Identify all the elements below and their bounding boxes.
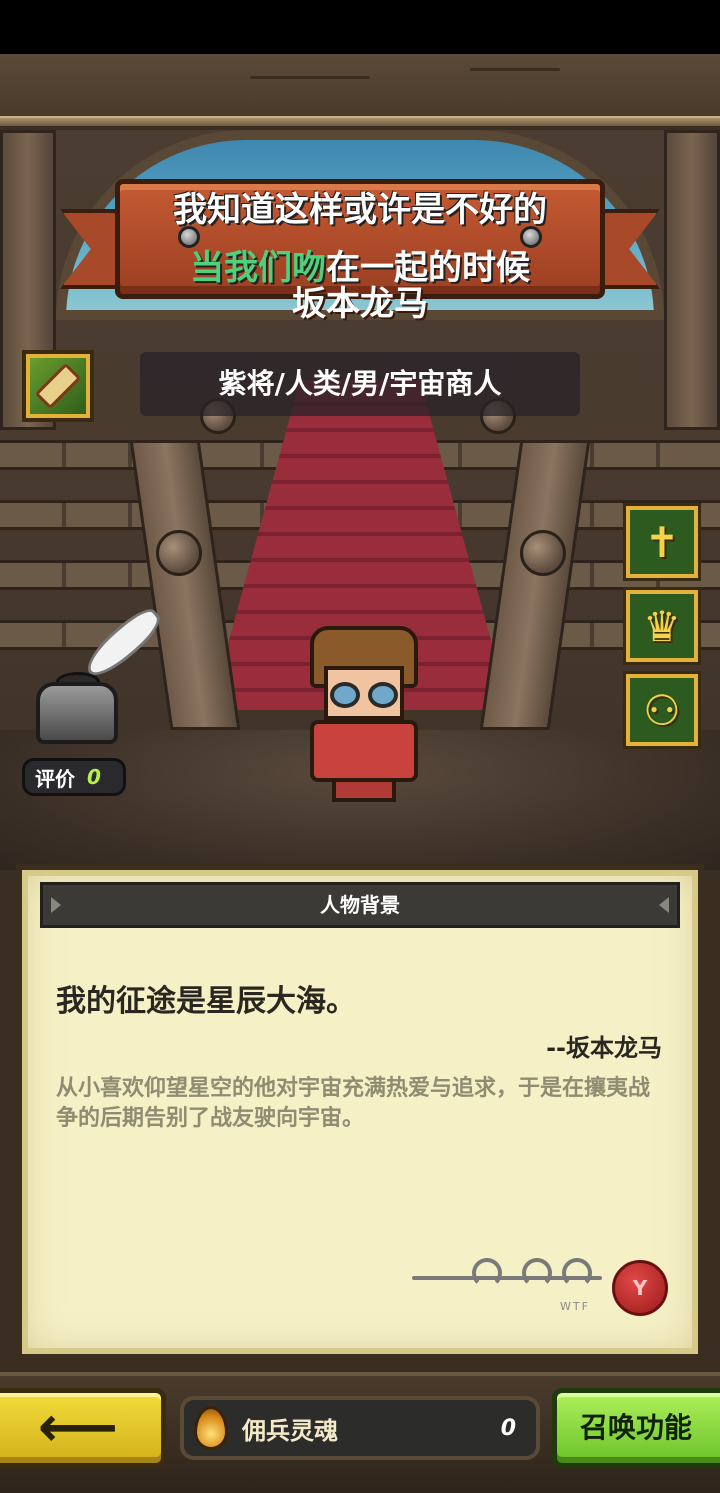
hero-info: 紫将/人类/男/宇宙商人 (140, 352, 580, 416)
panel-title: 人物背景 (320, 893, 400, 917)
wax-seal-icon: Y (612, 1260, 668, 1316)
mercenary-soul-bar: 佣兵灵魂 0 (180, 1396, 540, 1460)
triangle-left-icon (51, 897, 61, 913)
signature-tag: WTF (560, 1300, 590, 1313)
cross-glyph-icon: ✝ (644, 517, 680, 567)
hero-quote: 我的征途是星辰大海。 (56, 984, 356, 1019)
inkwell-icon[interactable] (30, 602, 170, 754)
cross-staff-icon[interactable]: ✝ (626, 506, 698, 578)
frame-bar (0, 116, 720, 128)
panel-header: 人物背景 (40, 882, 680, 928)
goggle-lens (368, 682, 398, 708)
rating-label: 评价 (35, 766, 75, 791)
stone-top-border (0, 54, 720, 124)
rating-badge[interactable]: 评价 0 (22, 758, 126, 796)
lyric-line-2: 当我们吻在一起的时候 (0, 240, 720, 289)
inkwell-pot (36, 682, 118, 744)
scroll-icon-inner (30, 358, 86, 414)
scroll-paper-icon (34, 362, 82, 410)
soul-label: 佣兵灵魂 (242, 1416, 338, 1445)
hero-legs (332, 778, 396, 802)
stone-crack (470, 68, 560, 71)
soul-flame-icon (194, 1406, 228, 1450)
goggles-icon[interactable]: ⚇ (626, 674, 698, 746)
lyric-rest: 在一起的时候 (326, 248, 530, 288)
signature-loop (562, 1258, 592, 1288)
arrow-left-icon: ⟵ (37, 1395, 119, 1460)
rating-value: 0 (87, 765, 101, 789)
status-bar (0, 0, 720, 54)
hero-bio: 从小喜欢仰望星空的他对宇宙充满热爱与追求，于是在攘夷战争的后期告别了战友驶向宇宙… (56, 1076, 651, 1131)
back-button[interactable]: ⟵ (0, 1388, 166, 1468)
signature-loop (522, 1258, 552, 1288)
rail-ornament (520, 530, 566, 576)
game-scene: 坂本龙马 我知道这样或许是不好的 当我们吻在一起的时候 紫将/人类/男/宇宙商人… (0, 54, 720, 1493)
crown-glyph-icon: ♛ (643, 601, 681, 651)
signature-loop (472, 1258, 502, 1288)
lyric-line-1: 我知道这样或许是不好的 (173, 190, 547, 230)
crown-up-icon[interactable]: ♛ (626, 590, 698, 662)
goggles-glyph-icon: ⚇ (643, 685, 681, 735)
goggle-lens (330, 682, 360, 708)
quote-author: --坂本龙马 (546, 1034, 662, 1062)
scroll-icon[interactable] (22, 350, 94, 422)
lyric-highlight: 当我们吻 (190, 248, 326, 288)
rail-ornament (156, 530, 202, 576)
background-panel: 人物背景 我的征途是星辰大海。 --坂本龙马 从小喜欢仰望星空的他对宇宙充满热爱… (16, 864, 704, 1360)
stone-crack (250, 76, 370, 79)
triangle-right-icon (659, 897, 669, 913)
summon-button[interactable]: 召唤功能 (552, 1388, 720, 1468)
hero-body (310, 720, 418, 782)
hero-sprite[interactable] (296, 626, 432, 806)
signature-icon (412, 1250, 612, 1300)
soul-count: 0 (500, 1415, 516, 1441)
